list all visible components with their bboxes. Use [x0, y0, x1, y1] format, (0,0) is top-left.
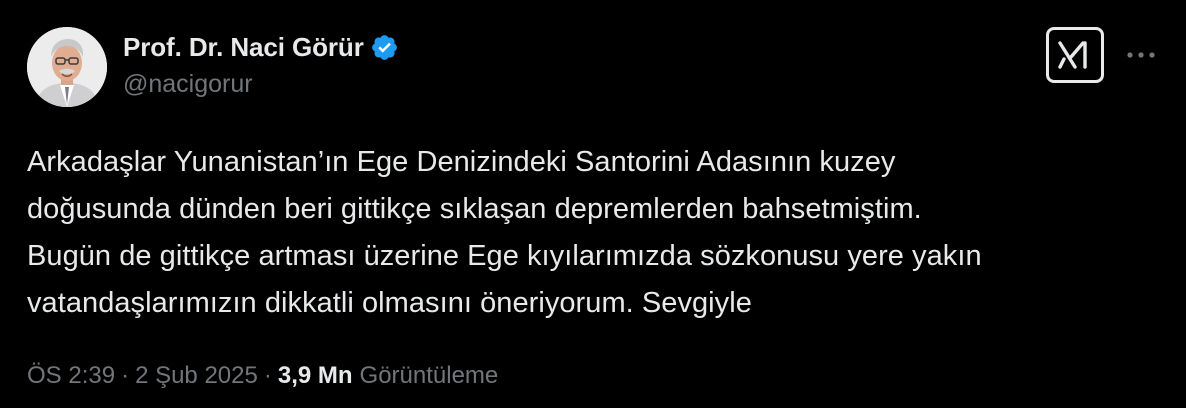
meta-separator: · — [121, 362, 130, 389]
grok-button[interactable] — [1046, 27, 1104, 83]
verified-badge-icon[interactable] — [370, 33, 399, 62]
grok-icon — [1058, 41, 1087, 69]
more-options-button[interactable] — [1124, 38, 1158, 72]
tweet-meta: ÖS 2:39 · 2 Şub 2025 · 3,9 Mn Görüntülem… — [27, 362, 498, 390]
author-handle[interactable]: @nacigorur — [123, 70, 399, 99]
views-count[interactable]: 3,9 Mn — [278, 362, 353, 390]
tweet-card: Prof. Dr. Naci Görür @nacigorur Arkadaşl… — [0, 0, 1186, 408]
views-label[interactable]: Görüntüleme — [360, 362, 499, 390]
more-horizontal-icon — [1127, 52, 1155, 58]
tweet-text: Arkadaşlar Yunanistan’ın Ege Denizindeki… — [27, 146, 982, 319]
author-info: Prof. Dr. Naci Görür @nacigorur — [123, 30, 399, 99]
tweet-date[interactable]: 2 Şub 2025 — [135, 362, 258, 390]
author-name-row: Prof. Dr. Naci Görür — [123, 30, 399, 64]
author-display-name[interactable]: Prof. Dr. Naci Görür — [123, 32, 364, 63]
tweet-time[interactable]: ÖS 2:39 — [27, 362, 115, 390]
meta-separator: · — [263, 362, 272, 389]
profile-photo — [27, 27, 107, 107]
avatar[interactable] — [27, 27, 107, 107]
